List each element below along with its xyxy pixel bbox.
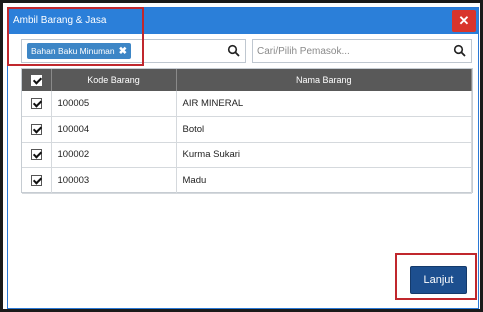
cell-kode: 100005 — [51, 91, 177, 117]
row-checkbox[interactable] — [30, 174, 42, 186]
column-header-kode[interactable]: Kode Barang — [51, 69, 177, 91]
screenshot-frame: Ambil Barang & Jasa ✕ Bahan Baku Minuman… — [0, 0, 483, 312]
table-row[interactable]: 100005 AIR MINERAL — [22, 91, 472, 117]
table-header-row: Kode Barang Nama Barang — [22, 69, 472, 91]
cell-nama: Kurma Sukari — [176, 142, 472, 168]
supplier-search-field[interactable] — [252, 39, 472, 63]
next-button[interactable]: Lanjut — [410, 266, 467, 294]
cell-nama: Botol — [176, 116, 472, 143]
select-all-checkbox[interactable] — [30, 74, 42, 86]
tag-remove-icon[interactable]: ✖ — [119, 46, 127, 57]
cell-kode: 100004 — [51, 116, 177, 143]
search-icon[interactable] — [227, 44, 241, 58]
cell-kode: 100002 — [51, 142, 177, 168]
dialog-window: Ambil Barang & Jasa ✕ Bahan Baku Minuman… — [7, 7, 479, 309]
row-checkbox-cell — [22, 91, 52, 117]
title-bar: Ambil Barang & Jasa ✕ — [8, 8, 478, 34]
category-tag: Bahan Baku Minuman ✖ — [27, 43, 132, 59]
row-checkbox[interactable] — [30, 123, 42, 135]
items-table: Kode Barang Nama Barang 100005 AIR MINER… — [21, 68, 473, 194]
supplier-input[interactable] — [257, 42, 447, 60]
table-row[interactable]: 100003 Madu — [22, 167, 472, 194]
cell-nama: Madu — [176, 167, 472, 194]
category-tag-label: Bahan Baku Minuman — [31, 46, 115, 56]
row-checkbox[interactable] — [30, 97, 42, 109]
row-checkbox[interactable] — [30, 149, 42, 161]
category-filter-input[interactable]: Bahan Baku Minuman ✖ — [21, 39, 246, 63]
row-checkbox-cell — [22, 116, 52, 143]
close-icon: ✕ — [458, 13, 470, 28]
table-row[interactable]: 100004 Botol — [22, 116, 472, 143]
close-button[interactable]: ✕ — [452, 10, 476, 32]
dialog-title: Ambil Barang & Jasa — [13, 15, 107, 26]
column-header-nama[interactable]: Nama Barang — [176, 69, 472, 91]
cell-kode: 100003 — [51, 167, 177, 194]
search-icon[interactable] — [453, 44, 467, 58]
row-checkbox-cell — [22, 142, 52, 168]
table-row[interactable]: 100002 Kurma Sukari — [22, 142, 472, 168]
cell-nama: AIR MINERAL — [176, 91, 472, 117]
select-all-header — [22, 69, 52, 91]
row-checkbox-cell — [22, 167, 52, 194]
